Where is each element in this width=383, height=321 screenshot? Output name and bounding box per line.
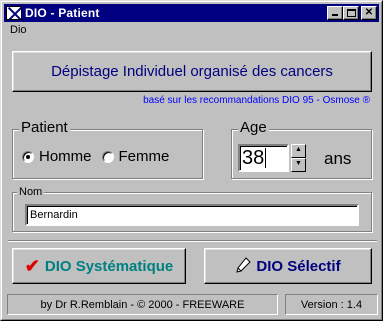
banner-subtitle: basé sur les recommandations DIO 95 - Os…: [143, 95, 370, 106]
patient-group-label: Patient: [19, 119, 70, 136]
arrow-up-icon: ▲: [295, 146, 302, 153]
arrow-down-icon: ▼: [295, 160, 302, 167]
maximize-button[interactable]: [343, 6, 359, 20]
radio-homme-indicator[interactable]: [22, 150, 34, 163]
age-group-label: Age: [238, 119, 269, 136]
text-caret: [265, 148, 267, 168]
age-group: Age 38 ▲ ▼ ans: [231, 119, 372, 179]
minimize-icon: [332, 14, 338, 16]
age-increment-button[interactable]: ▲: [291, 144, 306, 158]
age-value: 38: [242, 147, 265, 169]
radio-homme[interactable]: Homme: [22, 148, 92, 165]
pen-icon: [236, 257, 252, 273]
window-title: DIO - Patient: [25, 6, 100, 20]
nom-group-label: Nom: [17, 186, 45, 198]
menu-item-dio[interactable]: Dio: [7, 23, 30, 37]
window-controls: ✕: [327, 6, 377, 20]
radio-femme-label: Femme: [118, 148, 170, 165]
nom-input[interactable]: Bernardin: [25, 204, 359, 226]
sex-radio-group: Homme Femme: [22, 148, 169, 165]
dio-selectif-button[interactable]: DIO Sélectif: [204, 248, 372, 284]
close-icon: ✕: [364, 7, 374, 18]
app-icon[interactable]: [6, 6, 22, 20]
minimize-button[interactable]: [327, 6, 343, 20]
close-button[interactable]: ✕: [361, 6, 377, 20]
dio-systematique-label: DIO Systématique: [44, 257, 174, 275]
checkmark-icon: ✔: [24, 255, 40, 276]
radio-femme-indicator[interactable]: [101, 150, 114, 163]
age-decrement-button[interactable]: ▼: [291, 158, 306, 172]
separator: [8, 240, 377, 242]
menu-bar: Dio: [7, 23, 30, 39]
age-spinner: ▲ ▼: [291, 144, 306, 172]
patient-group: Patient Homme Femme: [12, 119, 203, 179]
age-unit: ans: [324, 149, 352, 168]
nom-group: Nom Bernardin: [12, 186, 372, 232]
age-input[interactable]: 38: [238, 144, 289, 172]
dio-selectif-label: DIO Sélectif: [256, 257, 341, 275]
radio-femme[interactable]: Femme: [101, 148, 170, 165]
radio-homme-label: Homme: [39, 148, 92, 165]
app-window: DIO - Patient ✕ Dio Dépistage Individuel…: [0, 0, 383, 321]
maximize-icon: [347, 9, 356, 17]
banner-title: Dépistage Individuel organisé des cancer…: [12, 51, 372, 92]
status-credits: by Dr R.Remblain - © 2000 - FREEWARE: [7, 294, 278, 315]
status-version: Version : 1.4: [285, 294, 378, 315]
title-bar[interactable]: DIO - Patient ✕: [4, 4, 379, 22]
dio-systematique-button[interactable]: ✔ DIO Systématique: [12, 248, 186, 284]
